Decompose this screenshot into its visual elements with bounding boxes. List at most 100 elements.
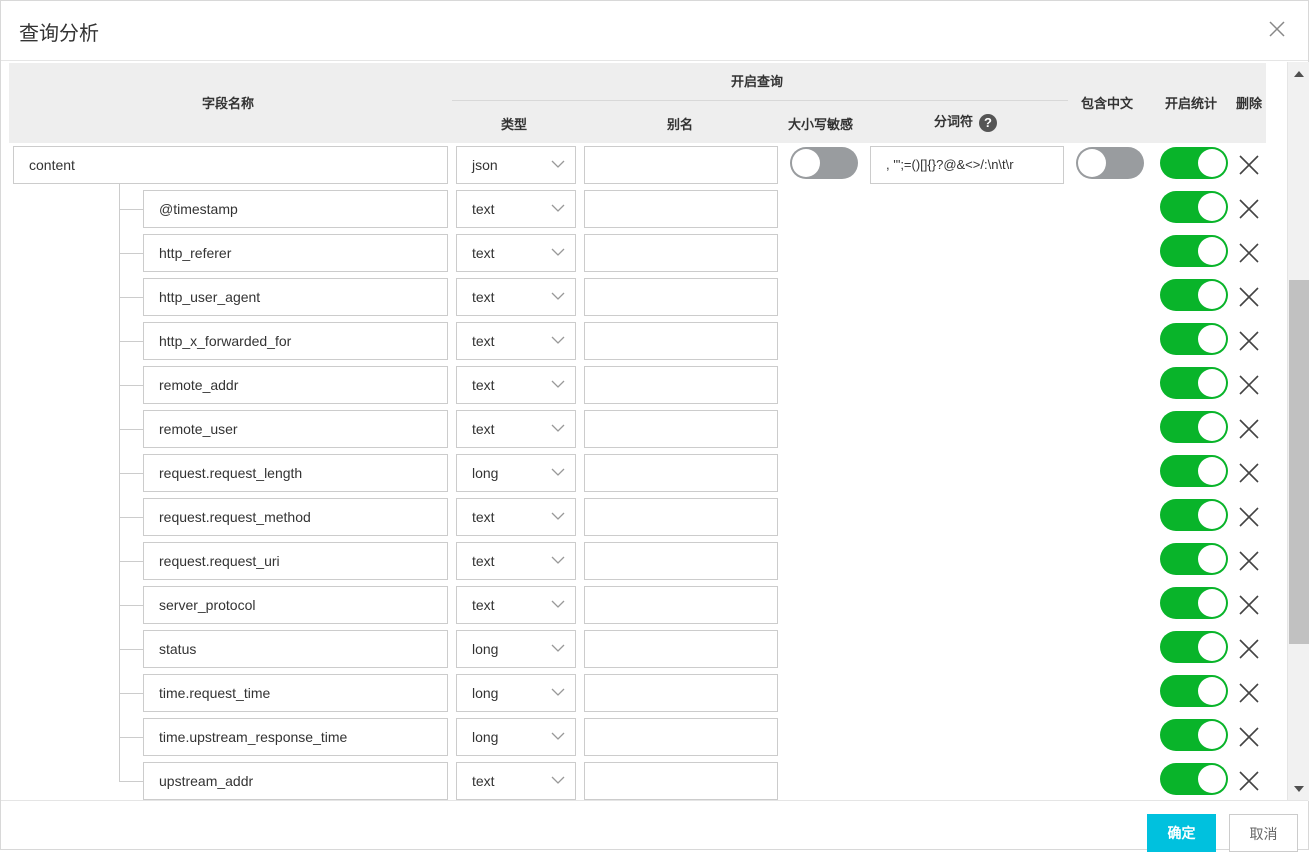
type-select[interactable]: json bbox=[456, 146, 576, 184]
table-row: time.request_time long bbox=[1, 674, 1281, 712]
table-row: upstream_addr text bbox=[1, 762, 1281, 800]
type-select[interactable]: text bbox=[456, 190, 576, 228]
delete-icon[interactable] bbox=[1238, 770, 1260, 792]
field-name-input[interactable]: status bbox=[143, 630, 448, 668]
case-sensitive-toggle[interactable] bbox=[790, 147, 858, 179]
field-name-input[interactable]: content bbox=[13, 146, 448, 184]
alias-input[interactable] bbox=[584, 146, 778, 184]
delete-icon[interactable] bbox=[1238, 506, 1260, 528]
delete-icon[interactable] bbox=[1238, 374, 1260, 396]
delete-icon[interactable] bbox=[1238, 682, 1260, 704]
table-row: remote_user text bbox=[1, 410, 1281, 448]
enable-stats-toggle[interactable] bbox=[1160, 587, 1228, 619]
header-enable-query: 开启查询 bbox=[731, 74, 784, 89]
enable-stats-toggle[interactable] bbox=[1160, 279, 1228, 311]
enable-stats-toggle[interactable] bbox=[1160, 147, 1228, 179]
type-select[interactable]: long bbox=[456, 674, 576, 712]
table-row: request.request_uri text bbox=[1, 542, 1281, 580]
header-case-sensitive: 大小写敏感 bbox=[788, 117, 854, 132]
type-select[interactable]: text bbox=[456, 278, 576, 316]
chevron-down-icon bbox=[551, 732, 565, 740]
delete-icon[interactable] bbox=[1238, 330, 1260, 352]
field-name-input[interactable]: http_referer bbox=[143, 234, 448, 272]
type-value: text bbox=[472, 377, 495, 393]
delete-icon[interactable] bbox=[1238, 198, 1260, 220]
field-name-input[interactable]: time.request_time bbox=[143, 674, 448, 712]
field-name-input[interactable]: request.request_length bbox=[143, 454, 448, 492]
enable-stats-toggle[interactable] bbox=[1160, 719, 1228, 751]
delete-icon[interactable] bbox=[1238, 418, 1260, 440]
field-name-input[interactable]: server_protocol bbox=[143, 586, 448, 624]
close-icon[interactable] bbox=[1267, 19, 1287, 39]
type-select[interactable]: long bbox=[456, 454, 576, 492]
delete-icon[interactable] bbox=[1238, 286, 1260, 308]
field-name-input[interactable]: request.request_uri bbox=[143, 542, 448, 580]
scrollbar-thumb[interactable] bbox=[1289, 280, 1309, 644]
delete-icon[interactable] bbox=[1238, 462, 1260, 484]
include-chinese-toggle[interactable] bbox=[1076, 147, 1144, 179]
delete-icon[interactable] bbox=[1238, 594, 1260, 616]
alias-input[interactable] bbox=[584, 718, 778, 756]
scrollbar[interactable] bbox=[1287, 62, 1309, 801]
enable-stats-toggle[interactable] bbox=[1160, 323, 1228, 355]
alias-input[interactable] bbox=[584, 762, 778, 800]
type-select[interactable]: text bbox=[456, 410, 576, 448]
enable-stats-toggle[interactable] bbox=[1160, 543, 1228, 575]
enable-stats-toggle[interactable] bbox=[1160, 631, 1228, 663]
type-select[interactable]: long bbox=[456, 718, 576, 756]
type-select[interactable]: text bbox=[456, 762, 576, 800]
alias-input[interactable] bbox=[584, 366, 778, 404]
enable-stats-toggle[interactable] bbox=[1160, 235, 1228, 267]
delete-icon[interactable] bbox=[1238, 638, 1260, 660]
table-row: remote_addr text bbox=[1, 366, 1281, 404]
alias-input[interactable] bbox=[584, 234, 778, 272]
enable-stats-toggle[interactable] bbox=[1160, 455, 1228, 487]
alias-input[interactable] bbox=[584, 410, 778, 448]
field-name-input[interactable]: http_user_agent bbox=[143, 278, 448, 316]
enable-stats-toggle[interactable] bbox=[1160, 411, 1228, 443]
alias-input[interactable] bbox=[584, 322, 778, 360]
field-name-input[interactable]: upstream_addr bbox=[143, 762, 448, 800]
delete-icon[interactable] bbox=[1238, 550, 1260, 572]
field-name-input[interactable]: time.upstream_response_time bbox=[143, 718, 448, 756]
cancel-button[interactable]: 取消 bbox=[1229, 814, 1298, 852]
type-select[interactable]: text bbox=[456, 542, 576, 580]
type-select[interactable]: text bbox=[456, 322, 576, 360]
enable-stats-toggle[interactable] bbox=[1160, 763, 1228, 795]
alias-input[interactable] bbox=[584, 498, 778, 536]
field-name-input[interactable]: request.request_method bbox=[143, 498, 448, 536]
alias-input[interactable] bbox=[584, 190, 778, 228]
delete-icon[interactable] bbox=[1238, 242, 1260, 264]
alias-input[interactable] bbox=[584, 454, 778, 492]
alias-input[interactable] bbox=[584, 278, 778, 316]
type-select[interactable]: text bbox=[456, 366, 576, 404]
type-select[interactable]: text bbox=[456, 234, 576, 272]
scroll-up-icon[interactable] bbox=[1294, 71, 1304, 77]
delete-icon[interactable] bbox=[1238, 154, 1260, 176]
field-name-input[interactable]: remote_user bbox=[143, 410, 448, 448]
enable-stats-toggle[interactable] bbox=[1160, 675, 1228, 707]
alias-input[interactable] bbox=[584, 630, 778, 668]
tokenizer-input[interactable]: , '";=()[]{}?@&<>/:\n\t\r bbox=[870, 146, 1064, 184]
tree-branch bbox=[119, 385, 143, 386]
scroll-down-icon[interactable] bbox=[1294, 786, 1304, 792]
help-icon[interactable]: ? bbox=[979, 113, 998, 132]
alias-input[interactable] bbox=[584, 542, 778, 580]
type-select[interactable]: text bbox=[456, 586, 576, 624]
tree-branch bbox=[119, 693, 143, 694]
type-select[interactable]: long bbox=[456, 630, 576, 668]
alias-input[interactable] bbox=[584, 586, 778, 624]
type-value: long bbox=[472, 685, 499, 701]
confirm-button[interactable]: 确定 bbox=[1147, 814, 1216, 852]
alias-input[interactable] bbox=[584, 674, 778, 712]
field-name-input[interactable]: @timestamp bbox=[143, 190, 448, 228]
tree-branch bbox=[119, 429, 143, 430]
field-name-input[interactable]: http_x_forwarded_for bbox=[143, 322, 448, 360]
enable-stats-toggle[interactable] bbox=[1160, 191, 1228, 223]
chevron-down-icon bbox=[551, 688, 565, 696]
field-name-input[interactable]: remote_addr bbox=[143, 366, 448, 404]
enable-stats-toggle[interactable] bbox=[1160, 499, 1228, 531]
delete-icon[interactable] bbox=[1238, 726, 1260, 748]
type-select[interactable]: text bbox=[456, 498, 576, 536]
enable-stats-toggle[interactable] bbox=[1160, 367, 1228, 399]
